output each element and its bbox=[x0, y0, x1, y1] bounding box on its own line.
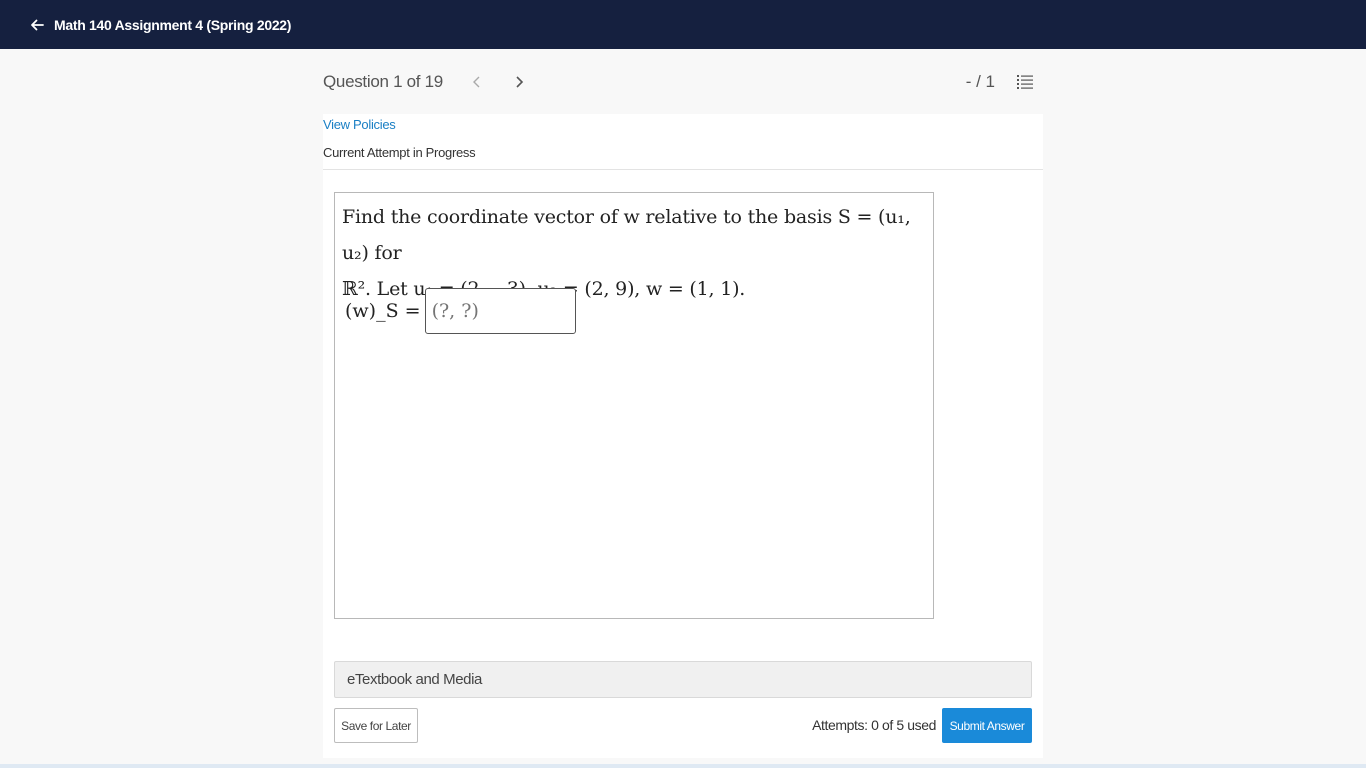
answer-row: (w)_S = bbox=[345, 288, 576, 334]
view-policies-link[interactable]: View Policies bbox=[323, 117, 396, 132]
question-score: - / 1 bbox=[965, 72, 995, 91]
bottom-strip bbox=[0, 764, 1366, 768]
next-question-button[interactable] bbox=[511, 74, 527, 90]
submit-answer-button[interactable]: Submit Answer bbox=[942, 708, 1032, 743]
question-panel: View Policies Current Attempt in Progres… bbox=[323, 114, 1043, 758]
question-counter: Question 1 of 19 bbox=[323, 72, 443, 91]
question-line-1: Find the coordinate vector of w relative… bbox=[342, 206, 911, 264]
back-button[interactable]: Math 140 Assignment 4 (Spring 2022) bbox=[29, 17, 291, 33]
etextbook-label: eTextbook and Media bbox=[347, 671, 482, 688]
previous-question-button[interactable] bbox=[469, 74, 485, 90]
answer-label: (w)_S = bbox=[345, 300, 421, 322]
top-bar: Math 140 Assignment 4 (Spring 2022) bbox=[0, 0, 1366, 49]
attempts-counter: Attempts: 0 of 5 used bbox=[812, 717, 936, 733]
divider bbox=[323, 169, 1043, 170]
chevron-left-icon bbox=[472, 76, 480, 88]
answer-input[interactable] bbox=[424, 288, 576, 334]
arrow-left-icon bbox=[31, 19, 44, 30]
save-for-later-button[interactable]: Save for Later bbox=[334, 708, 418, 743]
etextbook-media-toggle[interactable]: eTextbook and Media bbox=[334, 661, 1032, 698]
question-navigation: Question 1 of 19 - / 1 bbox=[323, 68, 1043, 96]
list-icon[interactable] bbox=[1017, 74, 1033, 90]
attempt-status: Current Attempt in Progress bbox=[323, 145, 476, 160]
chevron-right-icon bbox=[516, 76, 524, 88]
question-box: Find the coordinate vector of w relative… bbox=[334, 192, 934, 619]
assignment-title: Math 140 Assignment 4 (Spring 2022) bbox=[54, 16, 292, 33]
